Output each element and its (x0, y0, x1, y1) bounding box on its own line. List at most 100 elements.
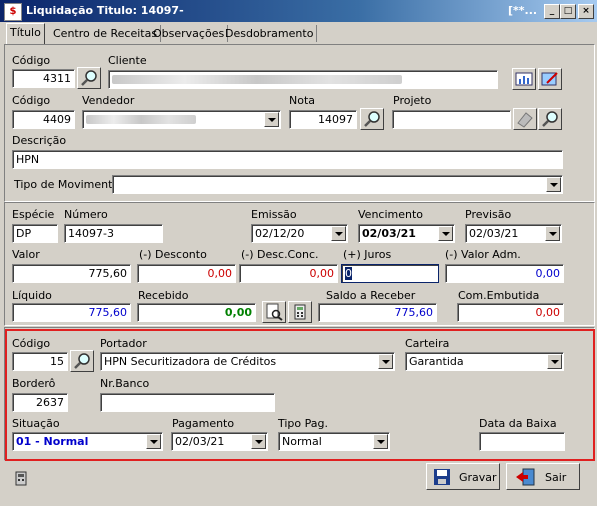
vencimento-value: 02/03/21 (362, 227, 416, 240)
search-icon (364, 111, 380, 127)
desc-conc-input[interactable]: 0,00 (239, 264, 338, 283)
magnify-document-icon (266, 303, 283, 321)
com-embutida-input[interactable]: 0,00 (457, 303, 564, 322)
especie-input[interactable]: DP (12, 224, 58, 243)
emissao-label: Emissão (251, 208, 297, 221)
cliente-redacted (112, 75, 402, 84)
saldo-label: Saldo a Receber (326, 289, 416, 302)
edit-cliente-button[interactable] (538, 68, 562, 90)
sair-label: Sair (545, 471, 567, 484)
nota-input[interactable]: 14097 (289, 110, 357, 129)
com-embutida-label: Com.Embutida (458, 289, 540, 302)
numero-input[interactable]: 14097-3 (64, 224, 163, 243)
carteira-select[interactable]: Garantida (405, 352, 564, 371)
preview-button[interactable] (262, 301, 286, 323)
portador-label: Portador (100, 337, 147, 350)
gravar-label: Gravar (459, 471, 497, 484)
sair-button[interactable]: Sair (506, 463, 580, 490)
vendedor-label: Vendedor (82, 94, 135, 107)
descricao-label: Descrição (12, 134, 67, 147)
chevron-down-icon[interactable] (546, 177, 561, 192)
situacao-value: 01 - Normal (16, 435, 89, 448)
close-button[interactable]: × (578, 4, 594, 19)
bar-chart-icon (515, 72, 533, 86)
chevron-down-icon[interactable] (251, 434, 266, 449)
chevron-down-icon[interactable] (331, 226, 346, 241)
data-baixa-input[interactable] (479, 432, 565, 451)
portador-select[interactable]: HPN Securitizadora de Créditos (100, 352, 395, 371)
especie-label: Espécie (12, 208, 55, 221)
recebido-input[interactable]: 0,00 (137, 303, 256, 322)
portador-value: HPN Securitizadora de Créditos (104, 355, 277, 368)
tab-titulo[interactable]: Título (6, 23, 45, 45)
tipo-pag-select[interactable]: Normal (278, 432, 390, 451)
previsao-label: Previsão (465, 208, 512, 221)
bordero-input[interactable]: 2637 (12, 393, 68, 412)
maximize-button[interactable]: □ (560, 4, 576, 19)
window-title-extra: [**... (508, 4, 538, 17)
data-baixa-label: Data da Baixa (479, 417, 557, 430)
codigo-input[interactable]: 4311 (12, 69, 75, 88)
chevron-down-icon[interactable] (146, 434, 161, 449)
nota-label: Nota (289, 94, 316, 107)
minimize-button[interactable]: _ (544, 4, 560, 19)
chevron-down-icon[interactable] (545, 226, 560, 241)
pagamento-value: 02/03/21 (175, 435, 225, 448)
valor-input[interactable]: 775,60 (12, 264, 131, 283)
cliente-label: Cliente (108, 54, 147, 67)
emissao-value: 02/12/20 (255, 227, 305, 240)
save-icon (434, 469, 450, 485)
calculator-status-icon[interactable] (14, 470, 28, 489)
situacao-select[interactable]: 01 - Normal (12, 432, 163, 451)
cliente-input[interactable] (108, 70, 498, 89)
bordero-label: Borderô (12, 377, 56, 390)
window-title: Liquidação Titulo: 14097- (26, 4, 184, 17)
valor-adm-input[interactable]: 0,00 (445, 264, 564, 283)
saldo-input[interactable]: 775,60 (318, 303, 437, 322)
chevron-down-icon[interactable] (373, 434, 388, 449)
nr-banco-input[interactable] (100, 393, 275, 412)
nr-banco-label: Nr.Banco (100, 377, 150, 390)
vencimento-input[interactable]: 02/03/21 (358, 224, 455, 243)
edit-icon (541, 72, 558, 86)
previsao-input[interactable]: 02/03/21 (465, 224, 562, 243)
vendedor-redacted (86, 115, 196, 124)
portador-codigo-label: Código (12, 337, 51, 350)
desconto-input[interactable]: 0,00 (137, 264, 236, 283)
chevron-down-icon[interactable] (264, 112, 279, 127)
chevron-down-icon[interactable] (438, 226, 453, 241)
chart-button[interactable] (512, 68, 536, 90)
search-portador-button[interactable] (70, 350, 94, 372)
projeto-input[interactable] (392, 110, 511, 129)
gravar-button[interactable]: Gravar (426, 463, 500, 490)
calculator-button[interactable] (288, 301, 312, 323)
liquido-label: Líquido (12, 289, 52, 302)
juros-input[interactable]: 0 (341, 264, 439, 283)
situacao-label: Situação (12, 417, 60, 430)
carteira-value: Garantida (409, 355, 464, 368)
portador-codigo-input[interactable]: 15 (12, 352, 68, 371)
codigo-label: Código (12, 54, 51, 67)
chevron-down-icon[interactable] (378, 354, 393, 369)
tab-desdobramento[interactable]: Desdobramento (222, 25, 318, 42)
app-icon: $ (4, 3, 22, 21)
desconto-label: (-) Desconto (139, 248, 207, 261)
search-nota-button[interactable] (360, 108, 384, 130)
search-projeto-button[interactable] (538, 108, 562, 130)
vencimento-label: Vencimento (358, 208, 424, 221)
chevron-down-icon[interactable] (547, 354, 562, 369)
search-codigo-button[interactable] (77, 67, 101, 89)
vendedor-select[interactable] (82, 110, 281, 129)
clear-projeto-button[interactable] (513, 108, 537, 130)
tab-centro-receitas[interactable]: Centro de Receitas (50, 25, 162, 42)
tab-observacoes[interactable]: Observações (150, 25, 229, 42)
calculator-icon (294, 304, 306, 320)
liquido-input[interactable]: 775,60 (12, 303, 131, 322)
descricao-input[interactable]: HPN (12, 150, 563, 169)
search-icon (542, 111, 558, 127)
valor-label: Valor (12, 248, 40, 261)
codigo2-input[interactable]: 4409 (12, 110, 75, 129)
emissao-input[interactable]: 02/12/20 (251, 224, 348, 243)
pagamento-input[interactable]: 02/03/21 (171, 432, 268, 451)
tipo-movimento-select[interactable] (112, 175, 563, 194)
